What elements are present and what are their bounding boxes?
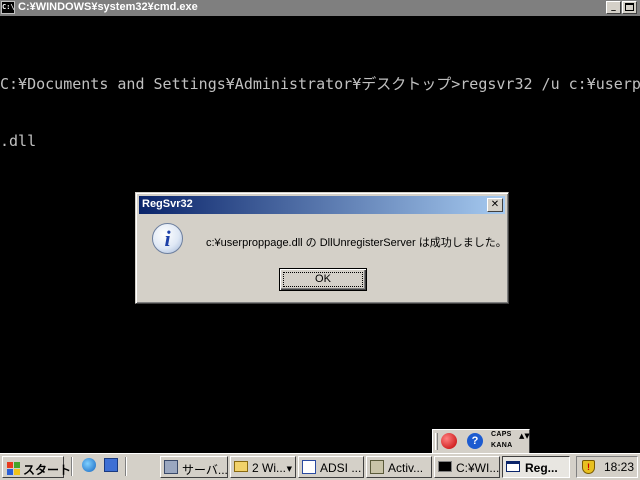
- taskbar-button-label: 2 Wi...: [252, 461, 287, 475]
- windows-logo-icon: [7, 462, 21, 475]
- console-title: C:¥WINDOWS¥system32¥cmd.exe: [18, 1, 198, 13]
- folder-icon: [234, 461, 248, 472]
- server-icon: [164, 460, 178, 474]
- clock[interactable]: 18:23: [604, 460, 634, 474]
- maximize-icon: [625, 3, 634, 11]
- console-icon[interactable]: C:\: [1, 1, 15, 14]
- regsvr32-dialog: RegSvr32 ✕ i c:¥userproppage.dll の DllUn…: [135, 192, 509, 304]
- dialog-close-button[interactable]: ✕: [487, 198, 503, 212]
- taskbar-button-label: Activ...: [388, 461, 424, 475]
- console-title-bar[interactable]: C:\ C:¥WINDOWS¥system32¥cmd.exe _: [0, 0, 640, 16]
- taskbar-button-cmd[interactable]: C:¥WI...: [434, 456, 500, 478]
- ime-icon[interactable]: [441, 433, 457, 449]
- adsi-edit-icon: [302, 460, 316, 474]
- security-alert-icon[interactable]: !: [582, 460, 595, 474]
- information-icon: i: [152, 223, 183, 254]
- ok-button[interactable]: OK: [279, 268, 367, 291]
- show-desktop-icon[interactable]: [104, 458, 118, 472]
- dialog-title-bar[interactable]: RegSvr32 ✕: [139, 196, 505, 214]
- internet-explorer-icon[interactable]: [82, 458, 96, 472]
- taskbar-separator: [71, 457, 73, 476]
- language-bar-options-icon[interactable]: ▲▼: [519, 432, 530, 441]
- system-tray: ! 18:23: [576, 456, 638, 478]
- help-icon[interactable]: ?: [467, 433, 483, 449]
- console-line: .dll: [0, 132, 37, 150]
- taskbar-button-regsvr32[interactable]: Reg...: [502, 456, 570, 478]
- console-output[interactable]: C:¥Documents and Settings¥Administrator¥…: [0, 37, 640, 170]
- taskbar-button-server[interactable]: サーバ...: [160, 456, 228, 478]
- taskbar-button-label: ADSI ...: [320, 461, 362, 475]
- caps-indicator[interactable]: CAPS: [491, 431, 512, 438]
- close-icon: ✕: [490, 199, 500, 210]
- kana-indicator[interactable]: KANA: [491, 442, 512, 449]
- taskbar-button-active-directory[interactable]: Activ...: [366, 456, 432, 478]
- taskbar-button-adsi[interactable]: ADSI ...: [298, 456, 364, 478]
- group-dropdown-icon: ▼: [286, 465, 292, 473]
- taskbar-button-label: Reg...: [525, 461, 558, 475]
- console-line: C:¥Documents and Settings¥Administrator¥…: [0, 75, 640, 93]
- taskbar-button-windows-group[interactable]: 2 Wi... ▼: [230, 456, 296, 478]
- active-directory-icon: [370, 460, 384, 474]
- taskbar-button-label: C:¥WI...: [456, 461, 499, 475]
- start-label: スタート: [23, 463, 72, 477]
- minimize-button[interactable]: _: [606, 1, 621, 14]
- command-prompt-icon: [438, 461, 452, 472]
- start-button[interactable]: スタート: [2, 456, 71, 478]
- taskbar-button-label: サーバ...: [182, 463, 227, 477]
- maximize-button[interactable]: [622, 1, 637, 14]
- language-bar-grip[interactable]: [435, 433, 438, 450]
- ok-button-label: OK: [315, 273, 331, 285]
- taskbar: スタート サーバ... 2 Wi... ▼ ADSI ... Activ... …: [0, 453, 640, 480]
- taskbar-separator: [125, 457, 127, 476]
- dialog-message: c:¥userproppage.dll の DllUnregisterServe…: [206, 237, 507, 249]
- language-bar: ? CAPS KANA ▲▼: [432, 429, 530, 453]
- dialog-window-icon: [506, 461, 520, 472]
- dialog-title: RegSvr32: [142, 198, 193, 210]
